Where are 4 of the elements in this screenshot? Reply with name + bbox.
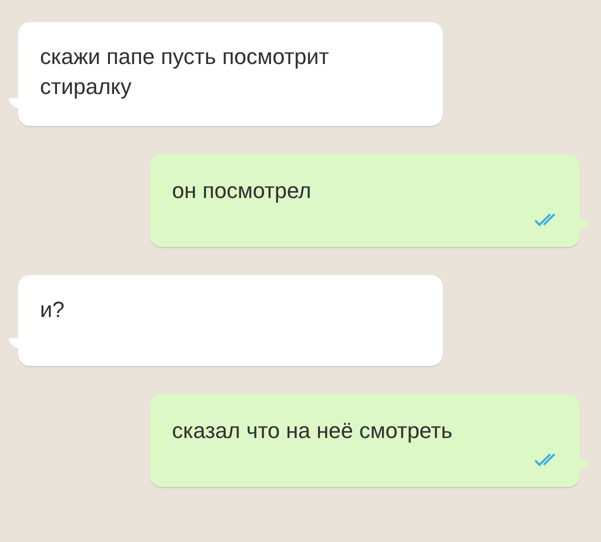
message-text: скажи папе пусть посмотрит стиралку [40,43,330,101]
message-text: он посмотрел [172,177,312,205]
message-text: сказал что на неё смотреть [172,417,454,445]
message-text: и? [40,296,66,324]
